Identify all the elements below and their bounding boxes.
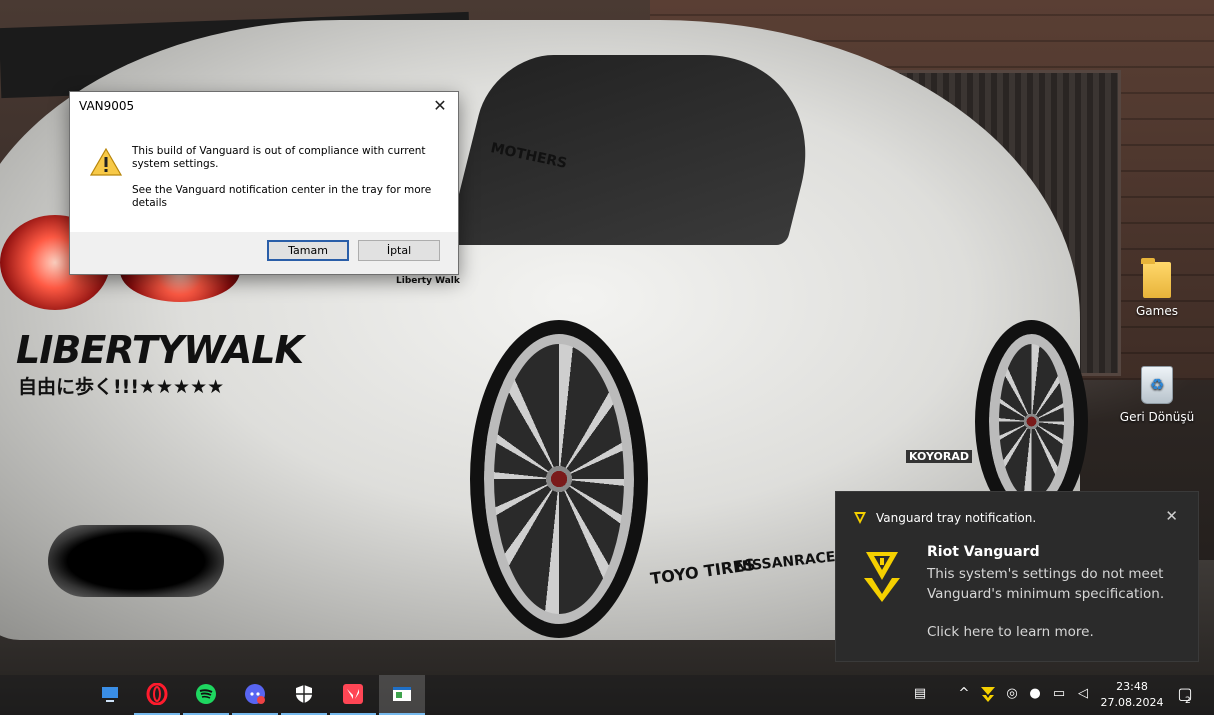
discord-icon (245, 684, 265, 704)
pc-icon (102, 687, 118, 702)
dialog-close-button[interactable]: ✕ (428, 94, 452, 118)
rear-wheel (470, 320, 648, 638)
clock[interactable]: 23:48 27.08.2024 (1100, 679, 1164, 711)
opera-icon (146, 683, 168, 705)
window-icon (393, 687, 411, 701)
cancel-button[interactable]: İptal (358, 240, 440, 261)
taskbar-app-spotify[interactable] (183, 675, 229, 715)
taskbar-app-active-window[interactable] (379, 675, 425, 715)
dialog-title: VAN9005 (79, 99, 135, 113)
taskbar-app-security[interactable] (281, 675, 327, 715)
folder-icon (1141, 258, 1171, 298)
vanguard-notification[interactable]: Vanguard tray notification. ✕ Riot Vangu… (835, 491, 1199, 662)
notification-body: This system's settings do not meet Vangu… (927, 566, 1165, 602)
brand-decal: LIBERTYWALK (16, 328, 304, 372)
notification-link[interactable]: Click here to learn more. (927, 624, 1094, 640)
warning-icon (90, 148, 122, 176)
ok-button[interactable]: Tamam (267, 240, 349, 261)
clock-date: 27.08.2024 (1100, 696, 1164, 709)
error-dialog: VAN9005 ✕ This build of Vanguard is out … (69, 91, 459, 275)
microphone-icon[interactable]: ● (1026, 685, 1044, 703)
notification-center-button[interactable]: ▢ 2 (1172, 685, 1198, 707)
spotify-icon (196, 684, 216, 704)
decal-koyorad: KOYORAD (906, 450, 973, 463)
chevron-up-icon[interactable]: ^ (955, 685, 973, 703)
clock-time: 23:48 (1116, 680, 1148, 693)
taskbar: ▤ ^ ◎ ● ▭ ◁ 23:48 27.08.2024 ▢ 2 (0, 675, 1214, 715)
desktop-icon-label: Games (1136, 304, 1178, 318)
vanguard-logo-icon (864, 552, 900, 602)
notification-close-button[interactable]: ✕ (1165, 507, 1178, 525)
dialog-footer: Tamam İptal (70, 232, 458, 274)
desktop-icon-recycle-bin[interactable]: Geri Dönüşü (1119, 366, 1195, 424)
notification-title: Riot Vanguard (927, 544, 1040, 560)
news-widget-icon[interactable]: ▤ (908, 685, 932, 703)
dialog-message: This build of Vanguard is out of complia… (132, 145, 442, 223)
desktop-icon-games[interactable]: Games (1119, 258, 1195, 318)
valorant-icon (343, 684, 363, 704)
taskbar-app-opera[interactable] (134, 675, 180, 715)
recycle-bin-icon (1141, 366, 1173, 404)
vanguard-tray-icon[interactable] (979, 685, 997, 703)
taskbar-app-discord[interactable] (232, 675, 278, 715)
volume-icon[interactable]: ◁ (1074, 685, 1092, 703)
vanguard-small-icon (854, 512, 866, 524)
taskbar-app-valorant[interactable] (330, 675, 376, 715)
decal-libertywalk: Liberty Walk (396, 276, 460, 286)
shield-icon (296, 685, 312, 703)
webcam-icon[interactable]: ◎ (1003, 685, 1021, 703)
taskbar-app-desktop[interactable] (87, 675, 133, 715)
notification-count: 2 (1185, 696, 1191, 706)
brand-subtitle-decal: 自由に歩く!!!★★★★★ (18, 376, 225, 398)
desktop-icon-label: Geri Dönüşü (1119, 410, 1195, 424)
exhaust (48, 525, 224, 597)
notification-header: Vanguard tray notification. (876, 511, 1037, 525)
dialog-message-line1: This build of Vanguard is out of complia… (132, 145, 426, 170)
network-icon[interactable]: ▭ (1050, 685, 1068, 703)
dialog-message-line2: See the Vanguard notification center in … (132, 184, 432, 209)
